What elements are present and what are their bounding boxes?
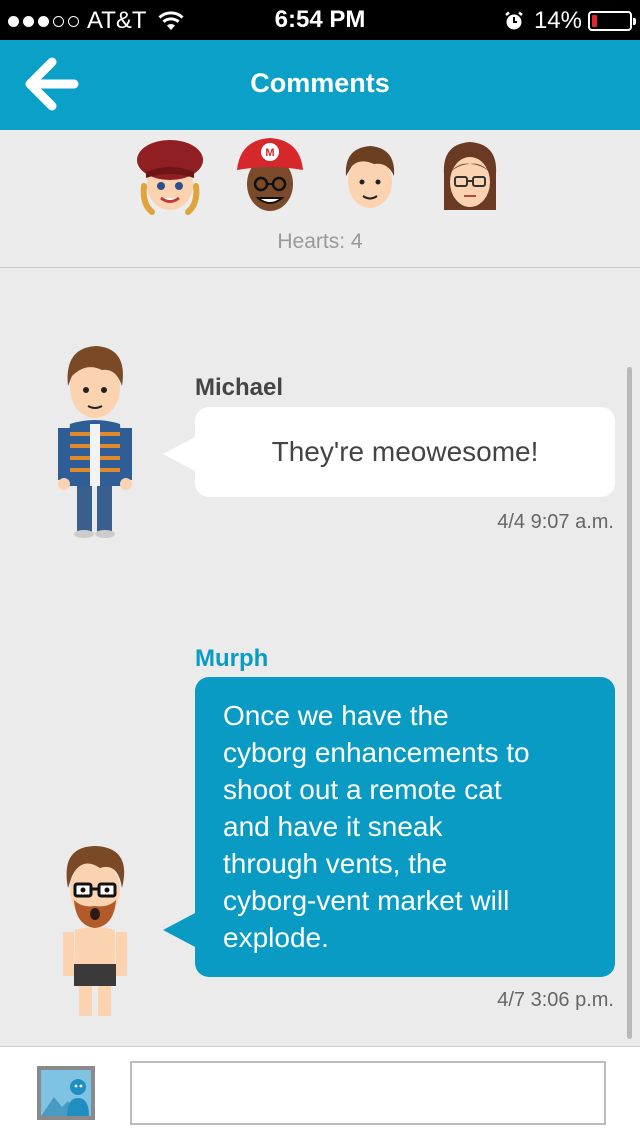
status-right: 14% — [504, 7, 636, 35]
comment-timestamp: 4/7 3:06 p.m. — [497, 989, 614, 1011]
attach-image-button[interactable] — [36, 1065, 96, 1121]
battery-icon — [588, 11, 636, 31]
mii-avatar-michael — [58, 346, 132, 538]
mii-avatar-red-beret[interactable] — [130, 134, 210, 218]
battery-percent: 14% — [533, 7, 582, 34]
alarm-icon — [505, 11, 523, 30]
comment-bubble: They're meowesome! — [195, 407, 615, 497]
mii-avatar-brown-hair[interactable] — [330, 134, 410, 218]
comments-list[interactable]: Michael They're meowesome! 4/4 9:07 a.m.… — [0, 269, 640, 1046]
comments-screen: AT&T 6:54 PM 14% Comments M Hearts: 4 Mi… — [0, 0, 640, 1136]
hearts-avatar-row: M — [130, 134, 510, 218]
image-attach-icon — [37, 1066, 95, 1120]
comment-timestamp: 4/4 9:07 a.m. — [497, 511, 614, 533]
comment-author[interactable]: Michael — [195, 374, 283, 402]
comment-text: They're meowesome! — [271, 436, 539, 467]
comment-text: Once we have the cyborg enhancements to … — [223, 700, 530, 953]
bubble-tail — [163, 436, 197, 472]
svg-text:M: M — [265, 147, 274, 159]
scrollbar[interactable] — [627, 367, 632, 1039]
comment-bubble: Once we have the cyborg enhancements to … — [195, 677, 615, 977]
battery-level — [592, 15, 597, 27]
mii-avatar-mario-hat[interactable]: M — [230, 134, 310, 218]
mii-avatar-murph — [63, 846, 127, 1016]
comment-author[interactable]: Murph — [195, 645, 268, 673]
bubble-tail — [163, 912, 197, 948]
hearts-section: M Hearts: 4 — [0, 130, 640, 268]
comment-input[interactable] — [130, 1061, 606, 1125]
page-title: Comments — [250, 68, 390, 98]
hearts-count: Hearts: 4 — [277, 230, 363, 253]
nav-bar: Comments — [0, 40, 640, 130]
status-bar: AT&T 6:54 PM 14% — [0, 0, 640, 40]
comment-input-bar — [0, 1046, 640, 1136]
mii-avatar-glasses-woman[interactable] — [430, 134, 510, 218]
